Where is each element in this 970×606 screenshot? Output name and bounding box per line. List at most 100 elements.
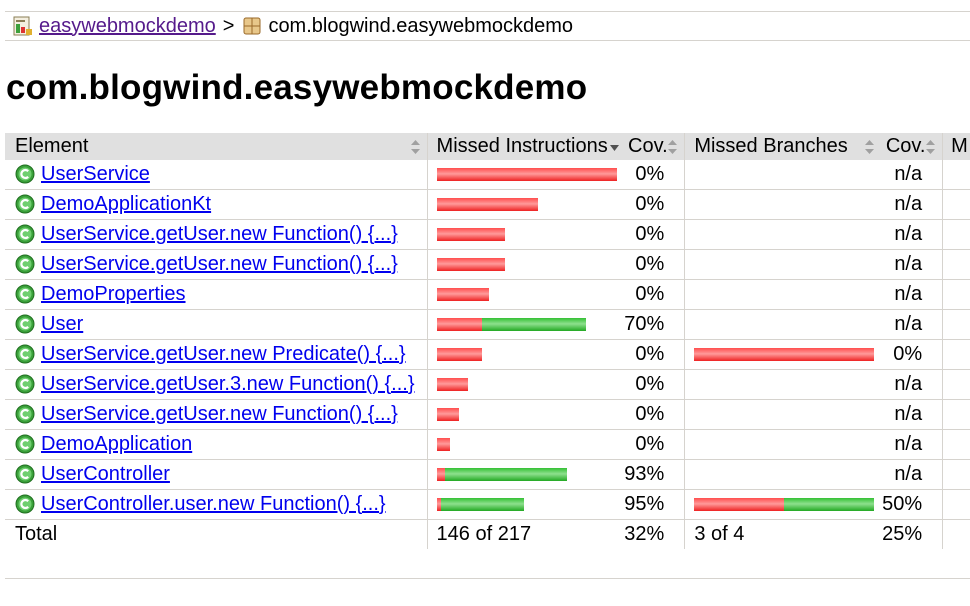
- element-cell: UserService.getUser.new Function() {...}: [5, 399, 428, 430]
- class-c-icon: [15, 254, 35, 274]
- missed-branches-cell: [684, 309, 881, 340]
- sort-down-icon: [610, 145, 620, 151]
- total-branch-cov: 25%: [882, 523, 923, 545]
- instr-cov-value: 0%: [635, 253, 665, 275]
- branch-cov-value: n/a: [894, 253, 923, 275]
- element-link[interactable]: UserService.getUser.new Function() {...}: [41, 253, 398, 275]
- table-row: DemoApplication 0% n/a: [5, 429, 970, 460]
- missed-branches-cell: [684, 459, 881, 490]
- instr-cov-value: 0%: [635, 403, 665, 425]
- element-link[interactable]: DemoApplicationKt: [41, 193, 211, 215]
- table-row: UserService.getUser.new Function() {...}…: [5, 219, 970, 250]
- missed-bar: [694, 498, 785, 511]
- column-header-more[interactable]: M: [942, 133, 970, 160]
- missed-instructions-cell: [427, 399, 624, 430]
- element-cell: DemoApplicationKt: [5, 189, 428, 220]
- report-icon: [13, 16, 32, 36]
- missed-branches-cell: [684, 160, 881, 190]
- branch-cov-cell: n/a: [880, 369, 944, 400]
- more-cell: [942, 309, 970, 340]
- class-c-icon: [15, 284, 35, 304]
- table-row: User 70% n/a: [5, 309, 970, 340]
- column-header-missed-branches[interactable]: Missed Branches: [684, 133, 881, 160]
- column-header-cov-instructions[interactable]: Cov.: [623, 133, 686, 160]
- more-cell: [942, 189, 970, 220]
- more-cell: [942, 429, 970, 460]
- instr-cov-cell: 93%: [623, 459, 686, 490]
- package-icon: [243, 17, 261, 35]
- class-c-icon: [15, 224, 35, 244]
- branch-cov-value: n/a: [894, 403, 923, 425]
- table-row: UserController.user.new Function() {...}…: [5, 489, 970, 520]
- element-link[interactable]: UserService.getUser.3.new Function() {..…: [41, 373, 415, 395]
- instr-cov-value: 0%: [635, 283, 665, 305]
- class-c-icon: [15, 434, 35, 454]
- missed-bar: [436, 348, 482, 361]
- instr-cov-cell: 0%: [623, 189, 686, 220]
- element-link[interactable]: UserService.getUser.new Function() {...}: [41, 223, 398, 245]
- missed-bar: [436, 438, 450, 451]
- column-header-cov-branches[interactable]: Cov.: [880, 133, 944, 160]
- branch-cov-value: n/a: [894, 463, 923, 485]
- element-cell: UserService.getUser.new Function() {...}: [5, 219, 428, 250]
- branch-cov-cell: n/a: [880, 459, 944, 490]
- table-total-row: Total 146 of 217 32% 3 of 4 25%: [5, 519, 970, 549]
- table-row: UserService 0% n/a: [5, 160, 970, 190]
- page-title: com.blogwind.easywebmockdemo: [6, 68, 588, 107]
- sort-arrows-icon: [926, 140, 936, 154]
- breadcrumb-current: com.blogwind.easywebmockdemo: [268, 14, 574, 37]
- missed-bar: [436, 378, 468, 391]
- column-header-label: Missed Instructions: [436, 135, 608, 157]
- element-link[interactable]: DemoProperties: [41, 283, 186, 305]
- element-cell: UserService.getUser.new Function() {...}: [5, 249, 428, 280]
- branch-cov-value: n/a: [894, 283, 923, 305]
- missed-branches-cell: [684, 189, 881, 220]
- table-row: UserService.getUser.new Function() {...}…: [5, 399, 970, 430]
- element-link[interactable]: UserService.getUser.new Predicate() {...…: [41, 343, 406, 365]
- branch-cov-cell: n/a: [880, 399, 944, 430]
- column-header-missed-instructions[interactable]: Missed Instructions: [427, 133, 624, 160]
- element-cell: UserService.getUser.new Predicate() {...…: [5, 339, 428, 370]
- table-row: UserService.getUser.3.new Function() {..…: [5, 369, 970, 400]
- total-instr-cov: 32%: [624, 523, 665, 545]
- breadcrumb-root-link[interactable]: easywebmockdemo: [39, 15, 216, 38]
- branch-cov-cell: n/a: [880, 249, 944, 280]
- element-link[interactable]: UserService.getUser.new Function() {...}: [41, 403, 398, 425]
- element-link[interactable]: UserController: [41, 463, 170, 485]
- element-cell: UserController: [5, 459, 428, 490]
- element-link[interactable]: UserController.user.new Function() {...}: [41, 493, 386, 515]
- missed-bar: [436, 258, 505, 271]
- instr-cov-value: 70%: [624, 313, 665, 335]
- missed-bar: [436, 198, 538, 211]
- table-row: UserController 93% n/a: [5, 459, 970, 490]
- element-link[interactable]: UserService: [41, 163, 150, 185]
- class-c-icon: [15, 194, 35, 214]
- branch-cov-cell: n/a: [880, 309, 944, 340]
- branch-cov-value: n/a: [894, 193, 923, 215]
- missed-branches-cell: [684, 279, 881, 310]
- missed-instructions-cell: [427, 309, 624, 340]
- missed-branches-cell: [684, 489, 881, 520]
- covered-bar: [440, 498, 524, 511]
- instr-cov-value: 0%: [635, 223, 665, 245]
- element-link[interactable]: DemoApplication: [41, 433, 192, 455]
- branch-cov-value: n/a: [894, 223, 923, 245]
- instr-cov-value: 0%: [635, 433, 665, 455]
- element-cell: User: [5, 309, 428, 340]
- more-cell: [942, 399, 970, 430]
- element-link[interactable]: User: [41, 313, 83, 335]
- missed-branches-cell: [684, 339, 881, 370]
- missed-instructions-cell: [427, 459, 624, 490]
- more-cell: [942, 160, 970, 190]
- coverage-table: Element Missed Instructions Cov. Missed …: [5, 133, 970, 549]
- column-header-element[interactable]: Element: [5, 133, 428, 160]
- table-row: DemoApplicationKt 0% n/a: [5, 189, 970, 220]
- missed-branches-cell: [684, 219, 881, 250]
- covered-bar: [784, 498, 875, 511]
- more-cell: [942, 339, 970, 370]
- instr-cov-cell: 95%: [623, 489, 686, 520]
- missed-instructions-cell: [427, 339, 624, 370]
- more-cell: [942, 249, 970, 280]
- instr-cov-value: 93%: [624, 463, 665, 485]
- missed-instructions-cell: [427, 489, 624, 520]
